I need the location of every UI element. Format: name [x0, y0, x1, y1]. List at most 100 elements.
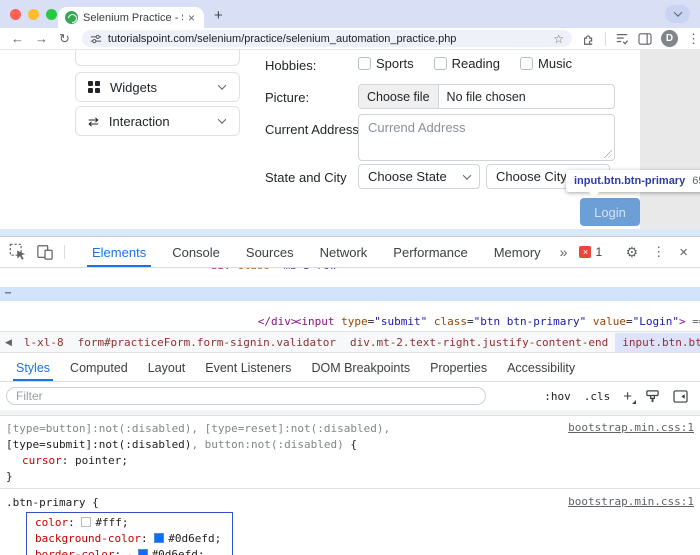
- tab-memory[interactable]: Memory: [481, 237, 554, 267]
- css-selection-box[interactable]: color: #fff; background-color: #0d6efd; …: [26, 512, 233, 555]
- forward-button[interactable]: →: [35, 32, 48, 45]
- dom-row-div-close[interactable]: </div>: [0, 301, 700, 315]
- chevron-down-icon: [673, 8, 681, 16]
- css-selector-line[interactable]: .btn-primary { bootstrap.min.css:1: [0, 489, 700, 510]
- stylesheet-link[interactable]: bootstrap.min.css:1: [568, 494, 694, 509]
- side-panel-icon[interactable]: [638, 33, 652, 45]
- chevron-down-icon: [218, 81, 226, 89]
- url-bar[interactable]: tutorialspoint.com/selenium/practice/sel…: [82, 30, 572, 47]
- breadcrumb-item-selected[interactable]: input.btn.btn-primary: [615, 333, 700, 352]
- hobbies-label: Hobbies:: [265, 58, 316, 73]
- devtools-toolbar: Elements Console Sources Network Perform…: [0, 237, 700, 268]
- browser-tab[interactable]: Selenium Practice - Student F ×: [58, 7, 204, 28]
- checkbox-label[interactable]: Music: [538, 56, 572, 71]
- pseudo-state-toggle[interactable]: :hov: [544, 390, 571, 403]
- address-placeholder: Currend Address: [368, 120, 466, 135]
- picture-label: Picture:: [265, 90, 309, 105]
- css-selector-line[interactable]: [type=submit]:not(:disabled), button:not…: [0, 436, 700, 452]
- dock-sidebar-icon[interactable]: [673, 390, 688, 403]
- tab-event-listeners[interactable]: Event Listeners: [195, 355, 301, 381]
- page-background: [640, 50, 700, 229]
- dom-row-input-selected[interactable]: ⋯ <input type="submit" class="btn btn-pr…: [0, 287, 700, 301]
- inspect-tooltip-size: 65.63 × 38: [692, 175, 700, 187]
- devtools-menu-icon[interactable]: ⋮: [652, 244, 665, 260]
- sidebar-item-widgets[interactable]: Widgets: [75, 72, 240, 102]
- site-settings-icon[interactable]: [90, 33, 102, 45]
- styles-pane-tabs: Styles Computed Layout Event Listeners D…: [0, 355, 700, 382]
- tab-performance[interactable]: Performance: [380, 237, 480, 267]
- checkbox-label[interactable]: Sports: [376, 56, 414, 71]
- resize-grip[interactable]: [604, 150, 612, 158]
- hobbies-group: Sports Reading Music: [358, 56, 592, 71]
- error-icon: ×: [579, 246, 591, 258]
- breadcrumb-item[interactable]: form#practiceForm.form-signin.validator: [71, 333, 343, 352]
- browser-window: Selenium Practice - Student F × + ← → ↻ …: [0, 0, 700, 555]
- tab-close-icon[interactable]: ×: [188, 12, 195, 24]
- inspect-element-icon[interactable]: [9, 243, 27, 261]
- new-style-rule-button[interactable]: +: [623, 389, 632, 404]
- breadcrumb-item[interactable]: div.mt-2.text-right.justify-content-end: [343, 333, 615, 352]
- css-declaration[interactable]: cursor: pointer;: [0, 452, 700, 468]
- css-declaration-border-color[interactable]: border-color: ▸#0d6efd;: [35, 546, 232, 555]
- page-footer-strip: [0, 229, 700, 236]
- tab-properties[interactable]: Properties: [420, 355, 497, 381]
- browser-menu-icon[interactable]: ⋮: [687, 31, 700, 47]
- checkbox-reading[interactable]: [434, 57, 447, 70]
- sidebar-item-partial[interactable]: [75, 50, 240, 66]
- settings-gear-icon[interactable]: ⚙: [626, 244, 639, 261]
- tab-network[interactable]: Network: [307, 237, 381, 267]
- dom-row-div-open[interactable]: ▾<div class="mt-2 text-right justify-con…: [0, 273, 700, 287]
- css-selector-line[interactable]: [type=button]:not(:disabled), [type=rese…: [0, 420, 700, 436]
- choose-file-button[interactable]: Choose file: [359, 85, 439, 108]
- tab-dom-breakpoints[interactable]: DOM Breakpoints: [301, 355, 420, 381]
- breadcrumb-left-icon[interactable]: ◀: [0, 337, 17, 348]
- error-count: 1: [595, 245, 602, 259]
- state-select[interactable]: Choose State: [358, 164, 480, 189]
- class-toggle[interactable]: .cls: [584, 390, 611, 403]
- checkbox-label[interactable]: Reading: [452, 56, 500, 71]
- filter-input[interactable]: Filter: [6, 387, 486, 405]
- tab-accessibility[interactable]: Accessibility: [497, 355, 585, 381]
- device-toolbar-icon[interactable]: [36, 244, 54, 260]
- back-button[interactable]: ←: [11, 32, 24, 45]
- tab-console[interactable]: Console: [159, 237, 233, 267]
- sidebar-item-label: Interaction: [109, 114, 209, 129]
- tab-search-button[interactable]: [665, 5, 690, 23]
- devtools-close-icon[interactable]: ×: [679, 244, 688, 261]
- bookmark-star-icon[interactable]: ☆: [553, 32, 564, 46]
- tab-title: Selenium Practice - Student F: [83, 12, 183, 24]
- row-actions-icon[interactable]: ⋯: [5, 287, 12, 301]
- tab-elements[interactable]: Elements: [79, 237, 159, 267]
- tab-computed[interactable]: Computed: [60, 355, 138, 381]
- maximize-window-button[interactable]: [46, 9, 57, 20]
- css-declaration-color[interactable]: color: #fff;: [35, 514, 232, 530]
- reading-list-icon[interactable]: [615, 32, 629, 45]
- close-window-button[interactable]: [10, 9, 21, 20]
- sidebar-item-interaction[interactable]: ⇄ Interaction: [75, 106, 240, 136]
- sidebar-item-label: Widgets: [110, 80, 209, 95]
- extensions-puzzle-icon[interactable]: [582, 32, 596, 46]
- devtools-panel: Elements Console Sources Network Perform…: [0, 236, 700, 555]
- tab-styles[interactable]: Styles: [6, 355, 60, 381]
- profile-avatar[interactable]: D: [661, 30, 678, 47]
- login-button[interactable]: Login: [580, 198, 640, 226]
- more-tabs-icon[interactable]: »: [554, 244, 574, 260]
- checkbox-music[interactable]: [520, 57, 533, 70]
- rendering-brush-icon[interactable]: [645, 389, 660, 403]
- window-controls[interactable]: [10, 9, 57, 20]
- stylesheet-link[interactable]: bootstrap.min.css:1: [568, 420, 694, 435]
- tab-layout[interactable]: Layout: [138, 355, 196, 381]
- file-input[interactable]: Choose file No file chosen: [358, 84, 615, 109]
- breadcrumb-item[interactable]: l-xl-8: [17, 333, 71, 352]
- tab-sources[interactable]: Sources: [233, 237, 307, 267]
- new-tab-button[interactable]: +: [214, 7, 223, 24]
- reload-button[interactable]: ↻: [59, 32, 70, 45]
- checkbox-sports[interactable]: [358, 57, 371, 70]
- minimize-window-button[interactable]: [28, 9, 39, 20]
- console-error-badge[interactable]: × 1: [579, 245, 602, 259]
- devtools-tabs: Elements Console Sources Network Perform…: [79, 237, 602, 267]
- url-text[interactable]: tutorialspoint.com/selenium/practice/sel…: [108, 33, 547, 45]
- address-textarea[interactable]: Currend Address: [358, 114, 615, 161]
- css-declaration-background-color[interactable]: background-color: #0d6efd;: [35, 530, 232, 546]
- chevron-down-icon: [463, 171, 471, 179]
